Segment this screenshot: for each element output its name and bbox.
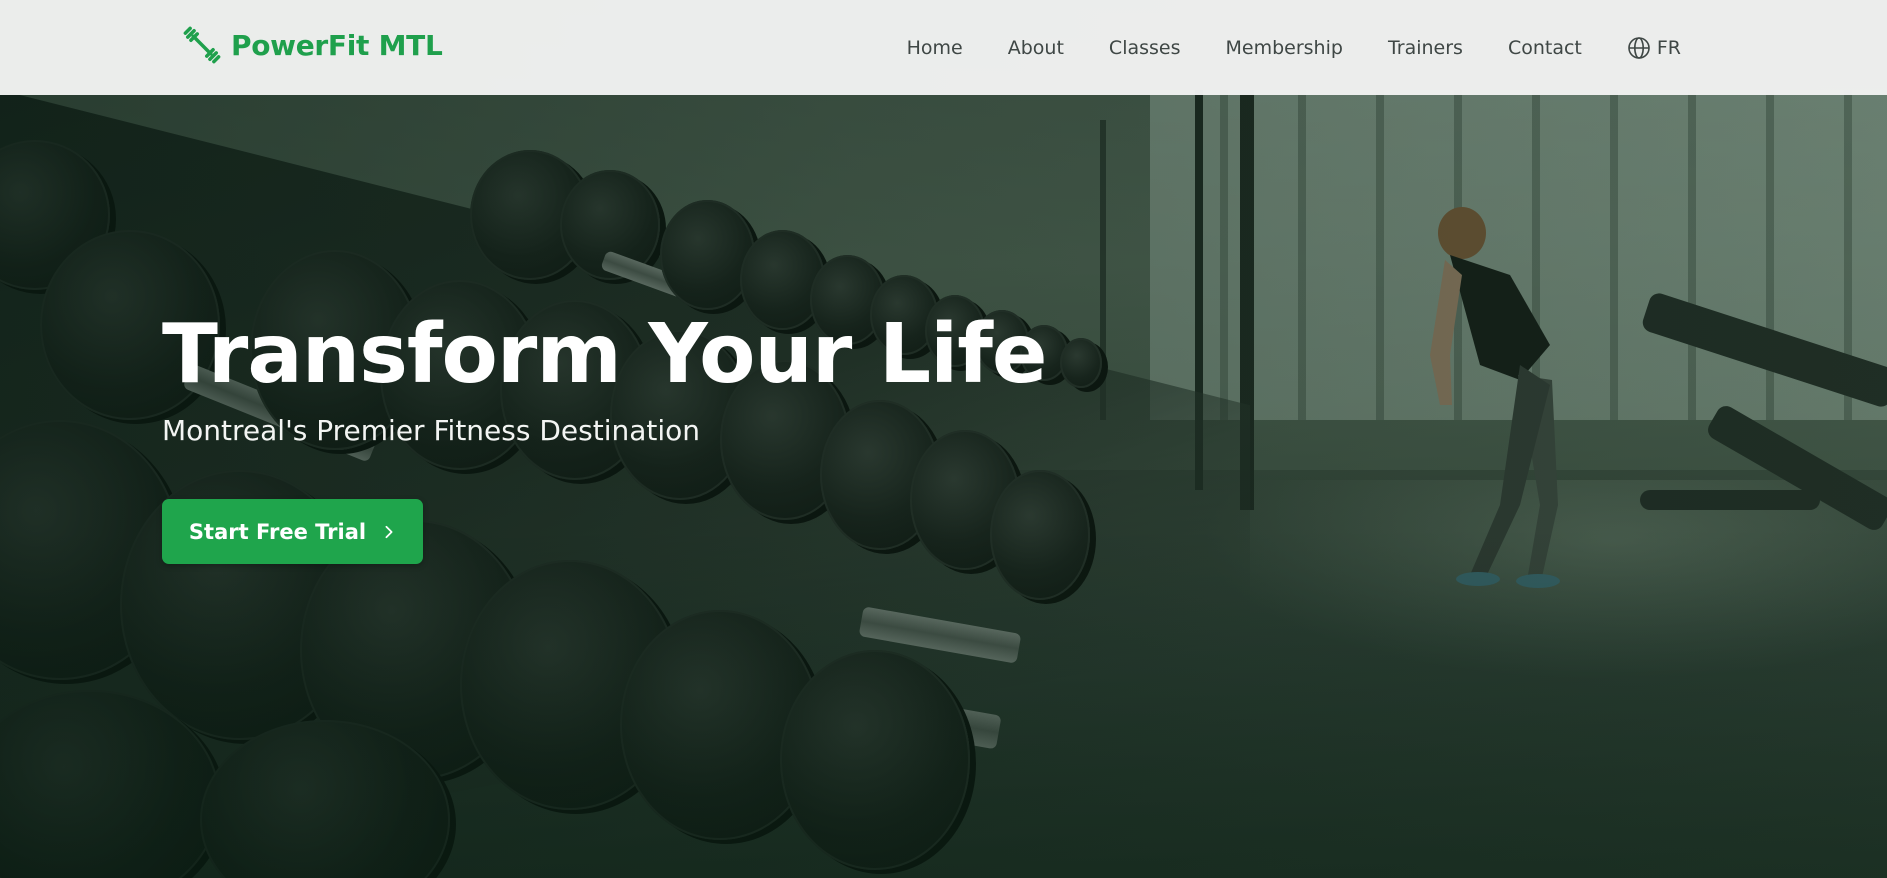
start-free-trial-button[interactable]: Start Free Trial	[162, 499, 423, 564]
chevron-right-icon	[385, 525, 393, 538]
nav-link-trainers[interactable]: Trainers	[1388, 37, 1463, 59]
top-navigation: PowerFit MTL Home About Classes Membersh…	[0, 0, 1887, 95]
brand-logo-link[interactable]: PowerFit MTL	[183, 26, 443, 64]
nav-link-contact[interactable]: Contact	[1508, 37, 1582, 59]
nav-link-membership[interactable]: Membership	[1226, 37, 1343, 59]
hero-subtitle: Montreal's Premier Fitness Destination	[162, 414, 701, 448]
language-switcher[interactable]: FR	[1627, 36, 1681, 60]
cta-label: Start Free Trial	[188, 519, 367, 544]
nav-link-classes[interactable]: Classes	[1109, 37, 1181, 59]
language-label: FR	[1656, 36, 1681, 59]
hero-title: Transform Your Life	[162, 307, 1048, 402]
main-menu: Home About Classes Membership Trainers C…	[907, 0, 1681, 95]
brand-name: PowerFit MTL	[231, 28, 443, 62]
nav-link-about[interactable]: About	[1008, 37, 1064, 59]
nav-link-home[interactable]: Home	[907, 37, 963, 59]
hero-section: Transform Your Life Montreal's Premier F…	[162, 307, 1162, 448]
dumbbell-icon	[183, 26, 221, 64]
globe-icon	[1628, 36, 1650, 59]
